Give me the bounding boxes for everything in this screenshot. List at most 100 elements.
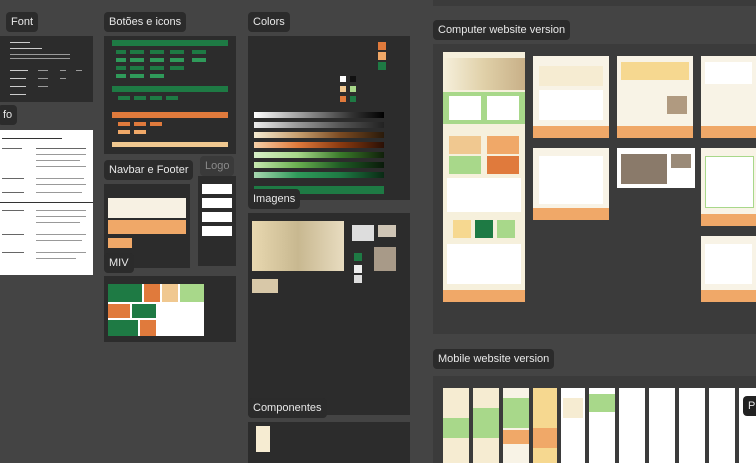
section-cards <box>475 220 493 238</box>
mobile-frame[interactable] <box>533 388 557 463</box>
text-sample <box>38 78 48 79</box>
desktop-frame-home[interactable] <box>443 52 525 302</box>
colors-board[interactable] <box>248 36 410 200</box>
section-white <box>447 178 521 212</box>
mobile-frame[interactable] <box>443 388 469 463</box>
button-sample <box>130 50 144 54</box>
desktop-frame-profile[interactable] <box>701 56 756 138</box>
button-sample <box>134 96 146 100</box>
board-label-miv[interactable]: MIV <box>104 253 134 273</box>
desktop-frame-form[interactable] <box>701 236 756 302</box>
card <box>487 96 519 120</box>
board-label-navbar-footer[interactable]: Navbar e Footer <box>104 160 194 180</box>
image-thumb <box>354 265 362 273</box>
mobile-frame[interactable] <box>649 388 675 463</box>
miv-preview <box>108 284 204 336</box>
desktop-frame-about[interactable] <box>617 56 693 138</box>
computer-version-board[interactable] <box>433 44 756 334</box>
board-label-colors[interactable]: Colors <box>248 12 290 32</box>
image-thumb <box>354 253 362 261</box>
top-strip <box>433 0 756 6</box>
doc-line <box>2 192 24 193</box>
mobile-frame[interactable] <box>503 388 529 463</box>
miv-block <box>144 284 160 302</box>
section-cards <box>497 220 515 238</box>
component-card-preview <box>256 426 270 452</box>
mobile-frame[interactable] <box>619 388 645 463</box>
section-header-orange <box>112 112 228 118</box>
button-sample <box>130 66 144 70</box>
board-label-partial[interactable]: P <box>743 396 756 416</box>
board-label-images[interactable]: Imagens <box>248 189 301 209</box>
button-sample <box>192 50 206 54</box>
doc-line <box>36 210 86 211</box>
buttons-icons-board[interactable] <box>104 36 236 154</box>
mobile-frame[interactable] <box>589 388 615 463</box>
doc-line <box>36 184 86 185</box>
components-board[interactable] <box>248 422 410 463</box>
desktop-frame-search[interactable] <box>533 148 609 220</box>
miv-board[interactable] <box>104 276 236 342</box>
board-label-components[interactable]: Componentes <box>248 398 327 418</box>
doc-line <box>36 222 80 223</box>
text-sample <box>10 94 26 95</box>
footer <box>701 290 756 302</box>
logo-preview <box>202 226 232 236</box>
section-header-green <box>112 40 228 46</box>
doc-line <box>36 240 82 241</box>
desktop-frame-professionals[interactable] <box>533 56 609 138</box>
board-label-logo[interactable]: Logo <box>200 156 235 176</box>
image-banner-preview <box>252 221 344 271</box>
list <box>539 90 603 120</box>
mobile-frame[interactable] <box>561 388 585 463</box>
board-label-buttons-icons[interactable]: Botões e icons <box>104 12 187 32</box>
desktop-frame-video[interactable] <box>617 148 695 188</box>
footer-preview <box>108 220 186 234</box>
profile-card <box>705 62 752 84</box>
button-sample <box>150 66 164 70</box>
text-sample <box>60 78 66 79</box>
button-sample <box>118 130 130 134</box>
button-sample <box>118 122 130 126</box>
palette-row-oranges <box>254 142 384 148</box>
section-header-peach <box>112 142 228 147</box>
swatch <box>378 62 386 70</box>
desktop-frame-checkout[interactable] <box>701 148 756 226</box>
swatch <box>378 52 386 60</box>
section-cards <box>487 156 519 174</box>
images-board[interactable] <box>248 213 410 415</box>
board-label-font[interactable]: Font <box>6 12 39 32</box>
board-label-computer[interactable]: Computer website version <box>433 20 571 40</box>
mobile-frame[interactable] <box>473 388 499 463</box>
button-sample <box>192 58 206 62</box>
info-board[interactable] <box>0 130 93 275</box>
font-board[interactable] <box>0 36 93 102</box>
board-label-mobile[interactable]: Mobile website version <box>433 349 555 369</box>
text-sample <box>38 70 48 71</box>
section-white <box>447 244 521 284</box>
mobile-section <box>589 394 615 412</box>
doc-line <box>36 166 86 167</box>
swatch <box>350 76 356 82</box>
mobile-frame[interactable] <box>709 388 735 463</box>
text-sample <box>10 78 26 79</box>
mobile-section <box>503 398 529 428</box>
button-sample <box>150 96 162 100</box>
navbar-preview <box>108 198 186 218</box>
mobile-version-board[interactable] <box>433 376 756 463</box>
mobile-section <box>563 398 583 418</box>
logo-board[interactable] <box>198 176 236 266</box>
section-header-green <box>112 86 228 92</box>
footer <box>617 126 693 138</box>
image-thumb <box>374 247 396 271</box>
doc-line <box>2 148 22 149</box>
swatch <box>378 42 386 50</box>
footer <box>533 208 609 220</box>
mobile-section <box>473 408 499 438</box>
mobile-frame[interactable] <box>679 388 705 463</box>
button-sample <box>134 130 146 134</box>
board-label-info[interactable]: fo <box>0 105 18 125</box>
miv-block <box>108 304 130 318</box>
palette-row-greens <box>254 162 384 168</box>
image-thumb <box>354 275 362 283</box>
